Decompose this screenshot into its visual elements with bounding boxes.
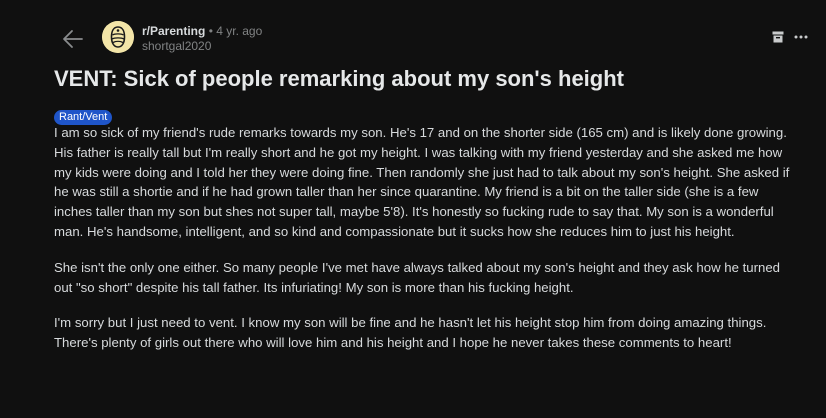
back-arrow-icon[interactable] xyxy=(62,28,84,50)
archive-icon[interactable] xyxy=(772,31,784,43)
post-paragraph: I am so sick of my friend's rude remarks… xyxy=(54,125,790,239)
post-meta: r/Parenting • 4 yr. ago shortgal2020 xyxy=(142,24,262,54)
post-page: r/Parenting • 4 yr. ago shortgal2020 VEN… xyxy=(0,0,826,418)
post-paragraph: She isn't the only one either. So many p… xyxy=(54,259,780,295)
post-paragraph: I'm sorry but I just need to vent. I kno… xyxy=(54,315,767,351)
author-link[interactable]: shortgal2020 xyxy=(142,39,262,54)
post-header: r/Parenting • 4 yr. ago shortgal2020 xyxy=(0,0,826,60)
subreddit-link[interactable]: r/Parenting xyxy=(142,24,205,38)
more-options-icon[interactable] xyxy=(794,34,808,40)
post-body: I am so sick of my friend's rude remarks… xyxy=(54,123,794,369)
post-title: VENT: Sick of people remarking about my … xyxy=(54,66,625,91)
subreddit-avatar[interactable] xyxy=(102,21,134,53)
post-age: 4 yr. ago xyxy=(216,24,263,38)
subreddit-avatar-icon xyxy=(102,21,134,53)
meta-separator: • xyxy=(208,24,213,38)
